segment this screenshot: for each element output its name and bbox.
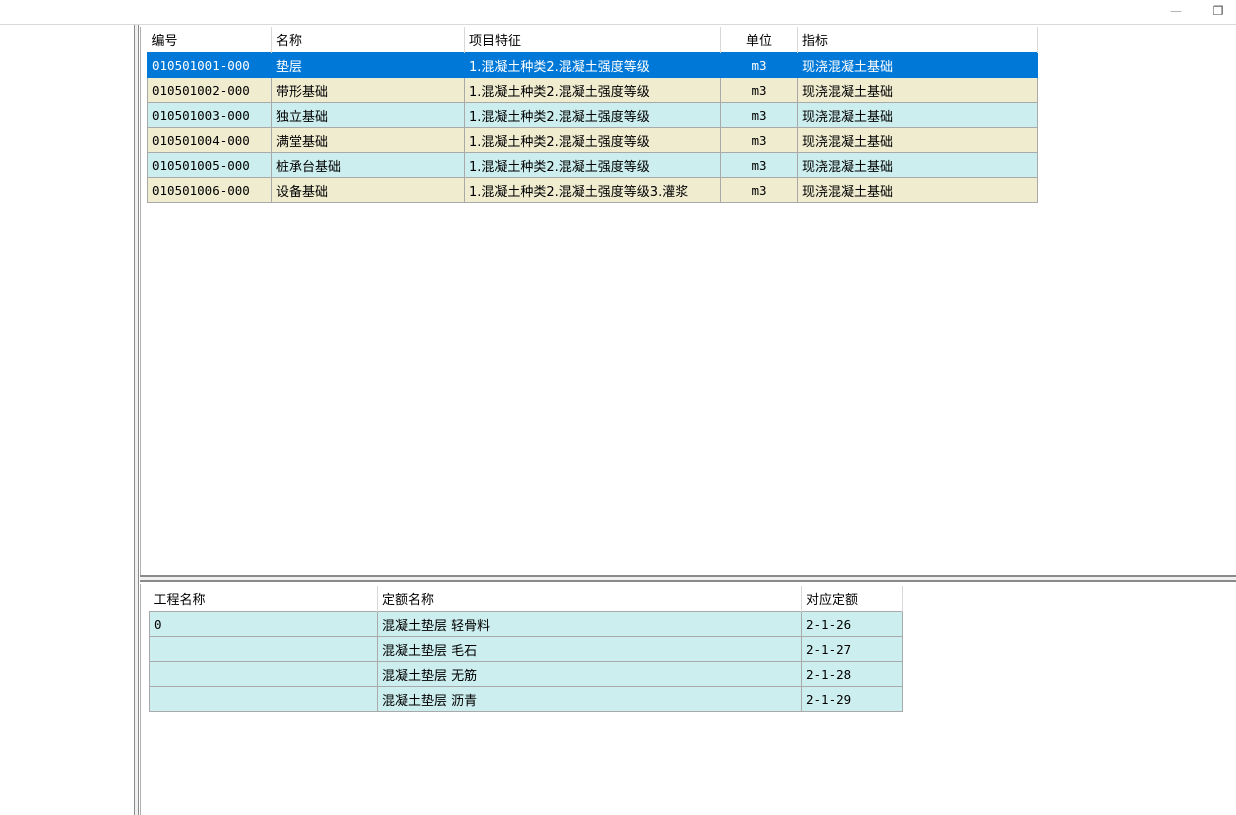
- table-row[interactable]: 混凝土垫层 毛石 2-1-27: [149, 636, 903, 662]
- table-row[interactable]: 010501001-000 垫层 1.混凝土种类2.混凝土强度等级 m3 现浇混…: [147, 52, 1038, 78]
- cell-quota-name: 混凝土垫层 毛石: [377, 636, 802, 662]
- cell-unit: m3: [720, 102, 798, 128]
- cell-code: 010501005-000: [147, 152, 272, 178]
- column-header-quota-name[interactable]: 定额名称: [377, 586, 802, 612]
- horizontal-splitter[interactable]: [140, 575, 1236, 582]
- cell-project: 0: [149, 611, 378, 637]
- cell-quota-code: 2-1-29: [801, 686, 903, 712]
- cell-indicator: 现浇混凝土基础: [797, 52, 1038, 78]
- table-header-row: 编号 名称 项目特征 单位 指标: [147, 27, 1038, 53]
- vertical-splitter[interactable]: [134, 25, 139, 815]
- cell-code: 010501006-000: [147, 177, 272, 203]
- cell-unit: m3: [720, 177, 798, 203]
- cell-feature: 1.混凝土种类2.混凝土强度等级: [464, 52, 721, 78]
- title-bar: — ❐: [0, 0, 1236, 24]
- cell-unit: m3: [720, 127, 798, 153]
- cell-quota-code: 2-1-27: [801, 636, 903, 662]
- cell-code: 010501003-000: [147, 102, 272, 128]
- cell-feature: 1.混凝土种类2.混凝土强度等级: [464, 102, 721, 128]
- cell-quota-name: 混凝土垫层 轻骨料: [377, 611, 802, 637]
- cell-unit: m3: [720, 77, 798, 103]
- cell-unit: m3: [720, 52, 798, 78]
- cell-project: [149, 636, 378, 662]
- cell-indicator: 现浇混凝土基础: [797, 152, 1038, 178]
- table-row[interactable]: 010501004-000 满堂基础 1.混凝土种类2.混凝土强度等级 m3 现…: [147, 127, 1038, 153]
- cell-quota-name: 混凝土垫层 沥青: [377, 686, 802, 712]
- column-header-code[interactable]: 编号: [147, 27, 272, 53]
- cell-name: 带形基础: [271, 77, 465, 103]
- column-header-name[interactable]: 名称: [271, 27, 465, 53]
- cell-code: 010501002-000: [147, 77, 272, 103]
- cell-indicator: 现浇混凝土基础: [797, 177, 1038, 203]
- table-row[interactable]: 混凝土垫层 无筋 2-1-28: [149, 661, 903, 687]
- table-row[interactable]: 010501005-000 桩承台基础 1.混凝土种类2.混凝土强度等级 m3 …: [147, 152, 1038, 178]
- cell-unit: m3: [720, 152, 798, 178]
- cell-feature: 1.混凝土种类2.混凝土强度等级3.灌浆: [464, 177, 721, 203]
- cell-project: [149, 686, 378, 712]
- cell-code: 010501001-000: [147, 52, 272, 78]
- cell-quota-code: 2-1-28: [801, 661, 903, 687]
- bill-items-table: 编号 名称 项目特征 单位 指标 010501001-000 垫层 1.混凝土种…: [147, 27, 1038, 203]
- column-header-project[interactable]: 工程名称: [149, 586, 378, 612]
- column-header-quota-code[interactable]: 对应定额: [801, 586, 903, 612]
- cell-name: 独立基础: [271, 102, 465, 128]
- cell-name: 桩承台基础: [271, 152, 465, 178]
- quota-table: 工程名称 定额名称 对应定额 0 混凝土垫层 轻骨料 2-1-26 混凝土垫层 …: [149, 586, 903, 712]
- cell-indicator: 现浇混凝土基础: [797, 127, 1038, 153]
- cell-name: 满堂基础: [271, 127, 465, 153]
- table-row[interactable]: 010501003-000 独立基础 1.混凝土种类2.混凝土强度等级 m3 现…: [147, 102, 1038, 128]
- quota-panel: 工程名称 定额名称 对应定额 0 混凝土垫层 轻骨料 2-1-26 混凝土垫层 …: [140, 584, 1236, 815]
- cell-indicator: 现浇混凝土基础: [797, 77, 1038, 103]
- column-header-indicator[interactable]: 指标: [797, 27, 1038, 53]
- cell-indicator: 现浇混凝土基础: [797, 102, 1038, 128]
- table-row[interactable]: 010501006-000 设备基础 1.混凝土种类2.混凝土强度等级3.灌浆 …: [147, 177, 1038, 203]
- column-header-feature[interactable]: 项目特征: [464, 27, 721, 53]
- title-divider: [0, 24, 1236, 25]
- cell-feature: 1.混凝土种类2.混凝土强度等级: [464, 77, 721, 103]
- cell-name: 垫层: [271, 52, 465, 78]
- table-header-row: 工程名称 定额名称 对应定额: [149, 586, 903, 612]
- minimize-icon[interactable]: —: [1164, 2, 1188, 20]
- cell-feature: 1.混凝土种类2.混凝土强度等级: [464, 152, 721, 178]
- restore-icon[interactable]: ❐: [1206, 2, 1230, 20]
- table-row[interactable]: 010501002-000 带形基础 1.混凝土种类2.混凝土强度等级 m3 现…: [147, 77, 1038, 103]
- cell-code: 010501004-000: [147, 127, 272, 153]
- column-header-unit[interactable]: 单位: [720, 27, 798, 53]
- bill-items-panel: 编号 名称 项目特征 单位 指标 010501001-000 垫层 1.混凝土种…: [140, 27, 1236, 575]
- cell-project: [149, 661, 378, 687]
- table-row[interactable]: 混凝土垫层 沥青 2-1-29: [149, 686, 903, 712]
- table-row[interactable]: 0 混凝土垫层 轻骨料 2-1-26: [149, 611, 903, 637]
- cell-feature: 1.混凝土种类2.混凝土强度等级: [464, 127, 721, 153]
- cell-quota-name: 混凝土垫层 无筋: [377, 661, 802, 687]
- cell-quota-code: 2-1-26: [801, 611, 903, 637]
- left-tree-panel: [0, 25, 134, 815]
- cell-name: 设备基础: [271, 177, 465, 203]
